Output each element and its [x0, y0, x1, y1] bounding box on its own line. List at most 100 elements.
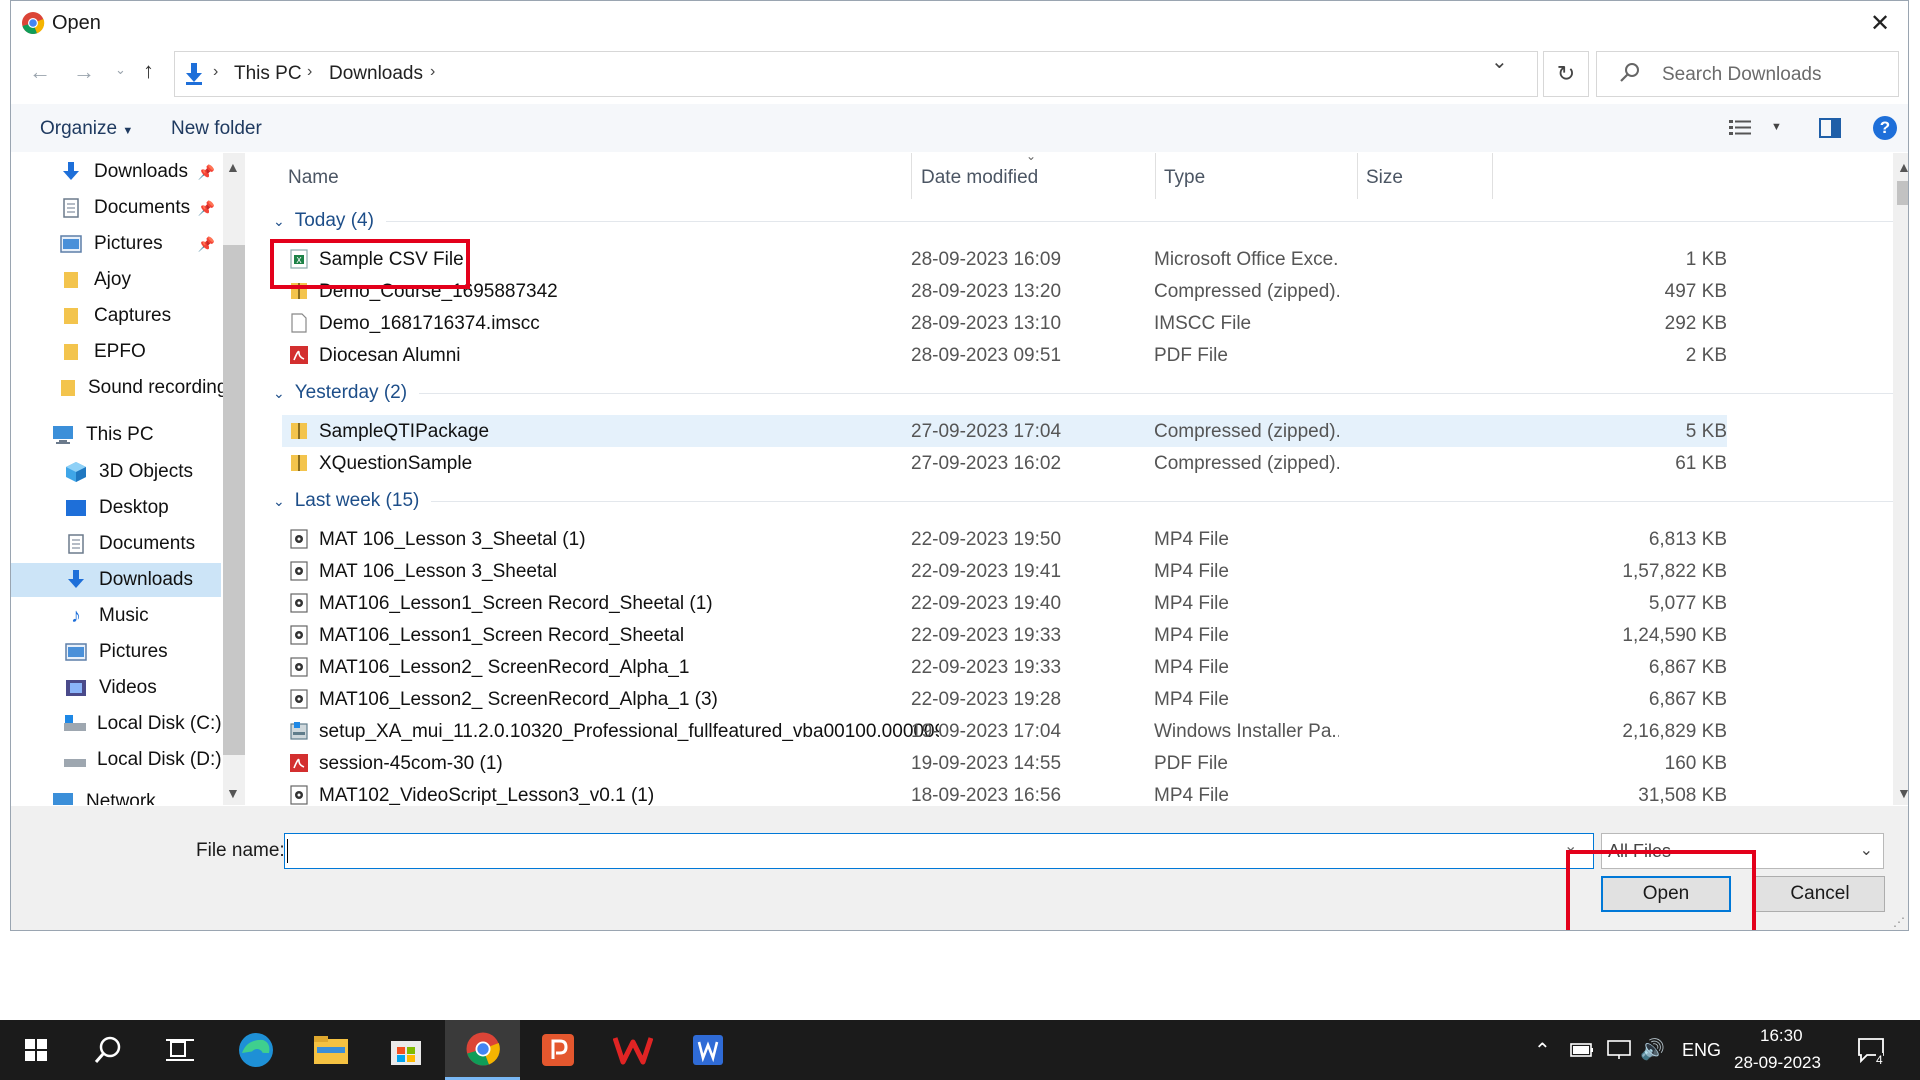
nav-item-label: Pictures: [94, 233, 163, 254]
nav-item-local-disk-c[interactable]: Local Disk (C:): [11, 707, 222, 741]
nav-scroll-down-icon[interactable]: ▼: [226, 785, 240, 801]
back-arrow-icon[interactable]: ←: [29, 59, 51, 85]
column-header-size[interactable]: Size: [1366, 167, 1403, 189]
column-header-name[interactable]: Name: [288, 167, 339, 189]
text-caret: [287, 839, 288, 863]
nav-item-desktop[interactable]: Desktop: [11, 491, 221, 525]
file-explorer-taskbar-button[interactable]: [295, 1020, 367, 1080]
nav-item-local-disk-d[interactable]: Local Disk (D:): [11, 743, 222, 777]
refresh-button[interactable]: ↻: [1543, 51, 1589, 97]
nav-item-quick-documents[interactable]: Documents 📌: [11, 191, 221, 225]
view-dropdown-icon[interactable]: ▼: [1771, 121, 1782, 133]
document-icon: [63, 534, 89, 554]
file-list-scrollbar-thumb[interactable]: [1897, 181, 1908, 205]
nav-item-network[interactable]: Network: [11, 785, 221, 805]
address-dropdown-icon[interactable]: ⌄: [1491, 49, 1508, 74]
close-button[interactable]: ✕: [1862, 7, 1898, 39]
file-size: 1 KB: [1685, 249, 1727, 270]
clock-time[interactable]: 16:30: [1760, 1026, 1803, 1046]
nav-item-epfo[interactable]: EPFO: [11, 335, 221, 369]
forward-arrow-icon[interactable]: →: [73, 59, 95, 85]
file-list-scrollbar[interactable]: [1893, 153, 1908, 805]
group-header-today[interactable]: ⌄ Today (4): [249, 205, 1893, 237]
nav-item-label: Downloads: [94, 161, 188, 182]
file-row[interactable]: Diocesan Alumni 28-09-2023 09:51 PDF Fil…: [282, 339, 1727, 371]
file-type: Microsoft Office Exce...: [1154, 249, 1339, 270]
edge-taskbar-button[interactable]: [220, 1020, 292, 1080]
wps-taskbar-button[interactable]: [595, 1020, 670, 1080]
pictures-icon: [58, 235, 84, 253]
show-hidden-icons-chevron-icon[interactable]: ⌃: [1534, 1038, 1551, 1063]
network-status-icon[interactable]: [1606, 1040, 1632, 1060]
nav-item-label: Documents: [94, 197, 191, 218]
file-date: 19-09-2023 14:55: [911, 753, 1062, 774]
file-row[interactable]: XQuestionSample 27-09-2023 16:02 Compres…: [282, 447, 1727, 479]
resize-grip-icon[interactable]: ⋰: [1893, 915, 1905, 929]
file-row[interactable]: Demo_1681716374.imscc 28-09-2023 13:10 I…: [282, 307, 1727, 339]
up-arrow-icon[interactable]: ↑: [143, 58, 154, 84]
file-row[interactable]: MAT102_VideoScript_Lesson3_v0.1 (1) 18-0…: [282, 779, 1727, 805]
chrome-taskbar-button[interactable]: [445, 1020, 520, 1080]
address-bar[interactable]: › This PC › Downloads ›: [174, 51, 1538, 97]
nav-item-quick-pictures[interactable]: Pictures 📌: [11, 227, 221, 261]
task-view-button[interactable]: [144, 1020, 216, 1080]
nav-item-pictures[interactable]: Pictures: [11, 635, 221, 669]
nav-item-sound-recording[interactable]: Sound recording: [11, 371, 227, 405]
volume-icon[interactable]: 🔊: [1640, 1037, 1665, 1062]
breadcrumb-downloads[interactable]: Downloads: [329, 63, 423, 85]
file-date: 22-09-2023 19:41: [911, 561, 1062, 582]
nav-item-label: EPFO: [94, 341, 146, 362]
file-row[interactable]: X Sample CSV File 28-09-2023 16:09 Micro…: [282, 243, 1727, 275]
recent-locations-chevron-icon[interactable]: ⌄: [115, 62, 126, 78]
nav-item-captures[interactable]: Captures: [11, 299, 221, 333]
group-header-last-week[interactable]: ⌄ Last week (15): [249, 485, 1893, 517]
file-row[interactable]: MAT 106_Lesson 3_Sheetal 22-09-2023 19:4…: [282, 555, 1727, 587]
language-indicator[interactable]: ENG: [1682, 1040, 1721, 1061]
nav-item-ajoy[interactable]: Ajoy: [11, 263, 221, 297]
word-taskbar-button[interactable]: [670, 1020, 745, 1080]
file-row[interactable]: MAT106_Lesson2_ ScreenRecord_Alpha_1 22-…: [282, 651, 1727, 683]
file-row[interactable]: MAT106_Lesson1_Screen Record_Sheetal 22-…: [282, 619, 1727, 651]
nav-scroll-up-icon[interactable]: ▲: [226, 159, 240, 175]
file-row[interactable]: MAT106_Lesson2_ ScreenRecord_Alpha_1 (3)…: [282, 683, 1727, 715]
new-folder-button[interactable]: New folder: [171, 118, 262, 140]
nav-item-documents[interactable]: Documents: [11, 527, 221, 561]
file-row[interactable]: SampleQTIPackage 27-09-2023 17:04 Compre…: [282, 415, 1727, 447]
start-button[interactable]: [0, 1020, 72, 1080]
file-row[interactable]: Demo_Course_1695887342 28-09-2023 13:20 …: [282, 275, 1727, 307]
nav-item-quick-downloads[interactable]: Downloads 📌: [11, 155, 221, 189]
taskbar-search-button[interactable]: [72, 1020, 144, 1080]
nav-item-music[interactable]: ♪ Music: [11, 599, 221, 633]
file-row[interactable]: MAT 106_Lesson 3_Sheetal (1) 22-09-2023 …: [282, 523, 1727, 555]
edge-icon: [239, 1033, 273, 1067]
search-box[interactable]: Search Downloads: [1596, 51, 1899, 97]
nav-item-downloads[interactable]: Downloads: [11, 563, 221, 597]
store-taskbar-button[interactable]: [370, 1020, 442, 1080]
powerpoint-taskbar-button[interactable]: [520, 1020, 595, 1080]
nav-item-3d-objects[interactable]: 3D Objects: [11, 455, 221, 489]
column-header-date-modified[interactable]: Date modified: [921, 167, 1038, 189]
battery-icon[interactable]: [1570, 1042, 1594, 1058]
list-scroll-down-icon[interactable]: ▼: [1897, 785, 1908, 801]
file-type: MP4 File: [1154, 529, 1229, 550]
breadcrumb-this-pc[interactable]: This PC: [234, 63, 302, 85]
help-icon[interactable]: ?: [1873, 116, 1897, 140]
nav-item-videos[interactable]: Videos: [11, 671, 221, 705]
file-row[interactable]: setup_XA_mui_11.2.0.10320_Professional_f…: [282, 715, 1727, 747]
clock-date[interactable]: 28-09-2023: [1734, 1053, 1821, 1073]
downloads-location-icon: [186, 63, 202, 85]
list-scroll-up-icon[interactable]: ▲: [1897, 159, 1908, 175]
pdf-icon: [290, 346, 308, 364]
file-row[interactable]: MAT106_Lesson1_Screen Record_Sheetal (1)…: [282, 587, 1727, 619]
cancel-button[interactable]: Cancel: [1755, 876, 1885, 912]
preview-pane-icon[interactable]: [1819, 118, 1841, 138]
file-row[interactable]: session-45com-30 (1) 19-09-2023 14:55 PD…: [282, 747, 1727, 779]
file-name-input[interactable]: [284, 833, 1594, 869]
group-label: Yesterday (2): [294, 382, 408, 403]
column-header-type[interactable]: Type: [1164, 167, 1205, 189]
group-header-yesterday[interactable]: ⌄ Yesterday (2): [249, 377, 1893, 409]
nav-item-this-pc[interactable]: This PC: [11, 418, 221, 452]
view-options-icon[interactable]: [1729, 119, 1751, 137]
nav-scrollbar-thumb[interactable]: [223, 245, 245, 755]
organize-menu[interactable]: Organize ▼: [40, 118, 133, 140]
